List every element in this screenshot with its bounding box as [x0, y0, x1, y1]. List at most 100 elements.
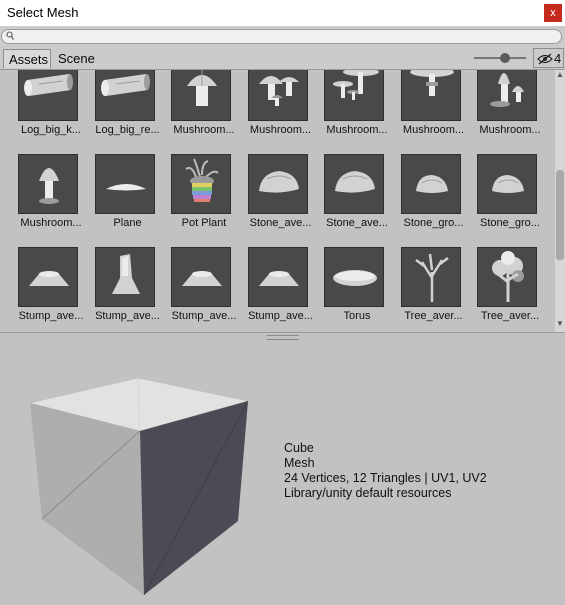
tab-assets[interactable]: Assets	[3, 49, 51, 68]
eye-slash-icon	[537, 53, 553, 65]
asset-item[interactable]: Stump_ave...	[15, 247, 87, 332]
asset-label: Mushroom...	[479, 124, 541, 136]
asset-label: Plane	[113, 217, 142, 229]
scroll-up-icon[interactable]: ▲	[556, 70, 564, 79]
stump-icon	[29, 271, 69, 286]
asset-thumbnail[interactable]	[400, 247, 461, 307]
asset-item[interactable]: Stump_ave...	[168, 247, 240, 332]
close-button[interactable]: x	[544, 4, 562, 22]
mushroom-round-icon	[187, 70, 217, 106]
log-icon	[100, 74, 150, 96]
asset-label: Stump_ave...	[18, 310, 84, 322]
asset-thumbnail[interactable]	[400, 70, 461, 121]
asset-item[interactable]: Stone_ave...	[245, 154, 317, 240]
search-input[interactable]	[16, 30, 546, 43]
asset-thumbnail[interactable]	[477, 70, 537, 121]
asset-thumbnail[interactable]	[18, 154, 78, 214]
pot-plant-icon	[185, 158, 219, 202]
icon-size-slider[interactable]	[474, 52, 526, 64]
asset-item[interactable]: Plane	[92, 154, 164, 240]
asset-grid: Log_big_k... Log_big_re... Mushroom... Mush…	[0, 70, 555, 332]
mesh-preview-cube[interactable]	[0, 341, 270, 605]
asset-thumbnail[interactable]	[247, 247, 308, 307]
asset-item[interactable]: Mushroom...	[168, 70, 240, 147]
search-bar	[0, 26, 565, 48]
asset-thumbnail[interactable]	[18, 70, 78, 121]
mushroom-bell-group-icon	[490, 73, 524, 107]
stump-icon	[258, 271, 299, 286]
asset-item[interactable]: Tree_aver...	[474, 247, 546, 332]
asset-item[interactable]: Mushroom...	[15, 154, 87, 240]
asset-item[interactable]: Stump_ave...	[92, 247, 164, 332]
asset-item[interactable]: Mushroom...	[398, 70, 470, 147]
asset-item[interactable]: Mushroom...	[474, 70, 546, 147]
asset-item[interactable]: Stone_gro...	[398, 154, 470, 240]
asset-thumbnail[interactable]	[324, 247, 384, 307]
title-bar: Select Mesh x	[0, 0, 565, 26]
preview-panel: Cube Mesh 24 Vertices, 12 Triangles | UV…	[0, 341, 565, 605]
asset-thumbnail[interactable]	[171, 247, 231, 307]
hidden-items-toggle[interactable]: 4	[533, 48, 564, 68]
asset-thumbnail[interactable]	[477, 154, 537, 214]
search-field[interactable]	[1, 29, 562, 44]
asset-label: Stump_ave...	[171, 310, 237, 322]
asset-label: Tree_aver...	[480, 310, 540, 322]
mushroom-tall-icon	[409, 70, 454, 96]
stone-small-icon	[415, 175, 448, 193]
asset-item[interactable]: Log_big_k...	[15, 70, 87, 147]
asset-thumbnail[interactable]	[171, 154, 231, 214]
stump-tall-icon	[111, 254, 140, 294]
mesh-info: Cube Mesh 24 Vertices, 12 Triangles | UV…	[284, 441, 487, 501]
tab-scene[interactable]: Scene	[53, 49, 99, 68]
plane-icon	[105, 184, 146, 191]
asset-thumbnail[interactable]	[94, 70, 155, 121]
vertical-scrollbar[interactable]: ▲ ▼	[555, 70, 565, 332]
asset-label: Torus	[343, 310, 371, 322]
mesh-stats: 24 Vertices, 12 Triangles | UV1, UV2	[284, 471, 487, 485]
asset-item[interactable]: Stone_ave...	[321, 154, 393, 240]
mushroom-bell-icon	[39, 168, 59, 204]
asset-label: Stone_gro...	[480, 217, 540, 229]
mushroom-flat-icon	[333, 70, 379, 100]
window-title: Select Mesh	[7, 5, 79, 20]
asset-item[interactable]: Pot Plant	[168, 154, 240, 240]
asset-label: Mushroom...	[173, 124, 235, 136]
asset-thumbnail[interactable]	[477, 247, 537, 307]
asset-thumbnail[interactable]	[94, 247, 155, 307]
mesh-type: Mesh	[284, 456, 315, 470]
scrollbar-thumb[interactable]	[556, 170, 564, 260]
asset-thumbnail[interactable]	[171, 70, 231, 121]
log-icon	[24, 74, 73, 96]
asset-thumbnail[interactable]	[400, 154, 461, 214]
preview-splitter[interactable]	[0, 332, 565, 341]
asset-thumbnail[interactable]	[94, 154, 155, 214]
asset-item[interactable]: Stump_ave...	[245, 247, 317, 332]
asset-item[interactable]: Mushroom...	[321, 70, 393, 147]
asset-label: Stump_ave...	[248, 310, 313, 322]
splitter-grip-icon[interactable]	[267, 335, 299, 340]
search-icon	[6, 31, 14, 40]
asset-label: Stone_gro...	[403, 217, 464, 229]
torus-icon	[333, 270, 377, 286]
asset-thumbnail[interactable]	[18, 247, 78, 307]
asset-thumbnail[interactable]	[324, 154, 384, 214]
asset-item[interactable]: Log_big_re...	[92, 70, 164, 147]
scroll-down-icon[interactable]: ▼	[556, 319, 564, 328]
asset-thumbnail[interactable]	[324, 70, 384, 121]
asset-thumbnail[interactable]	[247, 154, 308, 214]
asset-item[interactable]: Stone_gro...	[474, 154, 546, 240]
asset-label: Mushroom...	[249, 124, 312, 136]
tree-bare-icon	[414, 253, 449, 302]
asset-label: Mushroom...	[20, 217, 82, 229]
asset-label: Mushroom...	[326, 124, 388, 136]
mushroom-cluster-icon	[258, 76, 299, 106]
mesh-path: Library/unity default resources	[284, 486, 452, 500]
close-icon: x	[550, 7, 556, 19]
slider-thumb[interactable]	[500, 53, 511, 63]
asset-item[interactable]: Torus	[321, 247, 393, 332]
asset-item[interactable]: Tree_aver...	[398, 247, 470, 332]
asset-thumbnail[interactable]	[247, 70, 308, 121]
tab-row: Assets Scene 4	[0, 47, 565, 70]
asset-item[interactable]: Mushroom...	[245, 70, 317, 147]
mesh-name: Cube	[284, 441, 314, 455]
